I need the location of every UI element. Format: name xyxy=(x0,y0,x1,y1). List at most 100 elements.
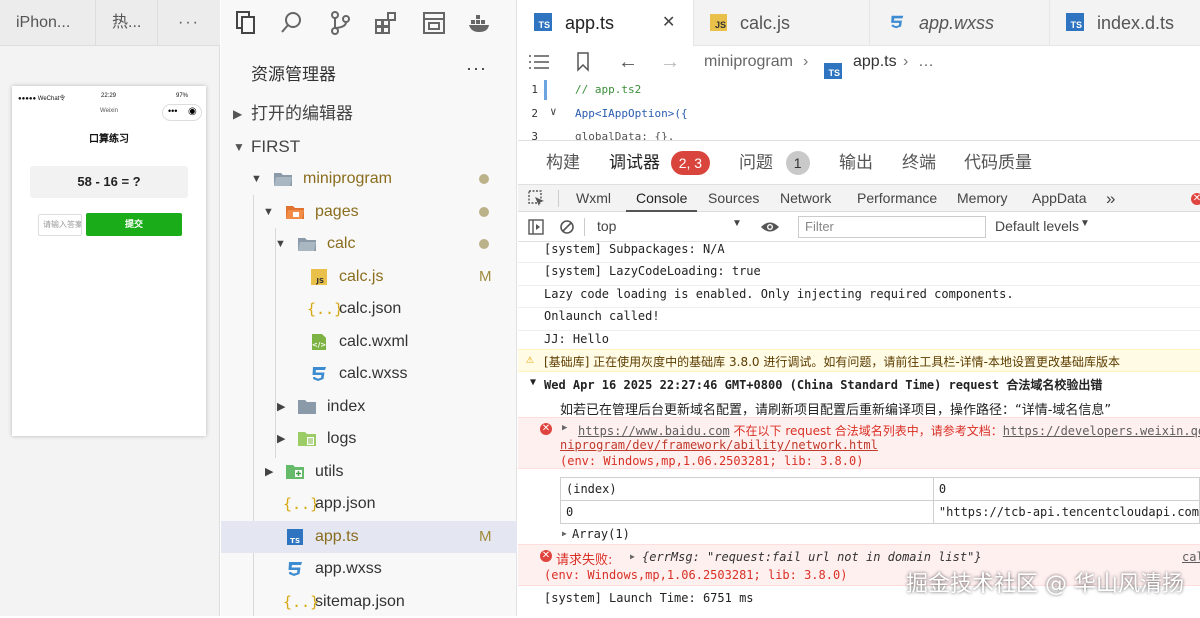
tree-folder-miniprogram[interactable]: ▼ miniprogram xyxy=(221,163,517,195)
submit-button[interactable]: 提交 xyxy=(86,213,182,236)
tab-calc-js[interactable]: JS calc.js xyxy=(694,0,870,46)
sidebar-toggle-icon[interactable] xyxy=(528,219,544,235)
chevron-down-icon[interactable]: ▼ xyxy=(530,377,536,388)
devtools-tab-wxml[interactable]: Wxml xyxy=(576,185,611,212)
simulator-more-button[interactable]: ··· xyxy=(158,0,220,46)
group-hint: 如若已在管理后台更新域名配置，请刷新项目配置后重新编译项目，操作路径：“详情-域… xyxy=(560,403,1112,418)
tree-file-sitemap-json[interactable]: {..} sitemap.json xyxy=(221,586,517,618)
tree-file-calc-wxss[interactable]: calc.wxss xyxy=(221,358,517,390)
tree-file-app-wxss[interactable]: app.wxss xyxy=(221,553,517,585)
menu-capsule[interactable]: ••• ◉ xyxy=(162,104,202,121)
tab-label: app.ts xyxy=(565,13,615,33)
source-link[interactable]: cal xyxy=(1182,550,1200,564)
divider xyxy=(518,330,1200,331)
tree-file-app-json[interactable]: {..} app.json xyxy=(221,488,517,520)
explorer-panel: 资源管理器 ··· ▶ 打开的编辑器 ▼ FIRST ▼ miniprogram… xyxy=(221,0,517,616)
devtools-more-tabs[interactable]: » xyxy=(1106,185,1115,212)
eye-icon[interactable] xyxy=(760,220,780,234)
chevron-down-icon: ▼ xyxy=(263,206,274,218)
error-object[interactable]: {errMsg: "request:fail url not in domain… xyxy=(642,550,982,564)
tree-file-calc-wxml[interactable]: </> calc.wxml xyxy=(221,326,517,358)
devtools-tab-sources[interactable]: Sources xyxy=(708,185,759,212)
status-time: 22:29 xyxy=(101,93,117,99)
tab-output[interactable]: 输出 xyxy=(839,141,873,185)
group-title[interactable]: Wed Apr 16 2025 22:27:46 GMT+0800 (China… xyxy=(544,376,1102,393)
devtools-tab-network[interactable]: Network xyxy=(780,185,831,212)
error-text: 不在以下 request 合法域名列表中，请参考文档： xyxy=(729,424,1003,438)
editor-area: TS app.ts ✕ JS calc.js app.wxss TS index… xyxy=(518,0,1200,616)
array-summary[interactable]: Array(1) xyxy=(572,527,630,541)
explorer-more-button[interactable]: ··· xyxy=(466,58,487,79)
docker-icon[interactable] xyxy=(467,10,493,36)
layout-icon[interactable] xyxy=(421,10,447,36)
list-icon[interactable] xyxy=(528,53,550,71)
filter-input[interactable]: Filter xyxy=(798,216,986,238)
device-tab[interactable]: iPhon... xyxy=(0,0,96,46)
chevron-right-icon[interactable]: ▶ xyxy=(562,423,567,433)
tree-file-calc-js[interactable]: JS calc.js M xyxy=(221,261,517,293)
tab-terminal[interactable]: 终端 xyxy=(902,141,936,185)
tree-folder-calc[interactable]: ▼ calc xyxy=(221,228,517,260)
tab-app-wxss[interactable]: app.wxss xyxy=(870,0,1050,46)
devtools-tab-performance[interactable]: Performance xyxy=(857,185,937,212)
arrow-left-icon[interactable]: ← xyxy=(618,46,638,78)
open-editors-section[interactable]: ▶ 打开的编辑器 xyxy=(221,98,517,130)
folder-name: logs xyxy=(327,430,357,447)
extensions-icon[interactable] xyxy=(373,10,399,36)
tab-build[interactable]: 构建 xyxy=(546,141,580,185)
chevron-right-icon: ▶ xyxy=(277,433,286,445)
breadcrumb-symbol[interactable]: … xyxy=(918,46,934,78)
tab-label: index.d.ts xyxy=(1097,13,1175,33)
chevron-right-icon[interactable]: ▶ xyxy=(562,529,567,538)
tree-folder-utils[interactable]: ▶ utils xyxy=(221,456,517,488)
devtools-tab-appdata[interactable]: AppData xyxy=(1032,185,1086,212)
caret-down-icon[interactable]: ▼ xyxy=(732,218,742,229)
tree-folder-index[interactable]: ▶ index xyxy=(221,391,517,423)
console-line: Onlaunch called! xyxy=(544,309,660,323)
hot-reload-tab[interactable]: 热... xyxy=(96,0,158,46)
tab-problems[interactable]: 问题 1 xyxy=(739,141,810,185)
error-url-link[interactable]: https://www.baidu.com xyxy=(578,424,730,438)
error-message: https://www.baidu.com 不在以下 request 合法域名列… xyxy=(578,422,1200,439)
breadcrumb-file[interactable]: app.ts xyxy=(853,46,897,78)
tree-file-calc-json[interactable]: {..} calc.json xyxy=(221,293,517,325)
arrow-right-icon[interactable]: → xyxy=(660,46,680,78)
watermark: 掘金技术社区 @ 华山风清扬 xyxy=(906,572,1184,597)
caret-down-icon[interactable]: ▼ xyxy=(1080,218,1090,229)
source-control-icon[interactable] xyxy=(327,10,353,36)
files-icon[interactable] xyxy=(233,10,259,36)
answer-input[interactable]: 请输入答案 xyxy=(38,214,82,236)
bookmark-icon[interactable] xyxy=(576,52,590,72)
doc-link[interactable]: https://developers.weixin.qq.com/minipro… xyxy=(1003,424,1200,438)
search-icon[interactable] xyxy=(279,10,305,36)
console-toolbar: top ▼ Filter Default levels ▼ xyxy=(518,212,1200,242)
editor-tabbar: TS app.ts ✕ JS calc.js app.wxss TS index… xyxy=(518,0,1200,46)
log-levels-select[interactable]: Default levels xyxy=(995,218,1079,234)
tree-folder-logs[interactable]: ▶ logs xyxy=(221,423,517,455)
simulator-panel: iPhon... 热... ··· ●●●●● WeChat令 22:29 97… xyxy=(0,0,220,616)
context-select[interactable]: top xyxy=(597,218,616,234)
tab-code-quality[interactable]: 代码质量 xyxy=(964,141,1032,185)
tab-app-ts[interactable]: TS app.ts ✕ xyxy=(518,0,694,46)
code-editor[interactable]: 1 // app.ts2 2 ∨ App<IAppOption>({ 3 glo… xyxy=(518,78,1200,140)
svg-text:TS: TS xyxy=(290,537,300,545)
devtools-tab-memory[interactable]: Memory xyxy=(957,185,1008,212)
capsule-more-icon[interactable]: ••• xyxy=(168,106,177,116)
fold-chevron-icon[interactable]: ∨ xyxy=(550,105,557,118)
devtools-tab-console[interactable]: Console xyxy=(626,185,698,212)
breadcrumb-folder[interactable]: miniprogram xyxy=(704,46,793,78)
table-header: 0 xyxy=(932,477,1200,501)
doc-link-continued[interactable]: niprogram/dev/framework/ability/network.… xyxy=(560,438,878,452)
tab-debugger[interactable]: 调试器 2, 3 xyxy=(609,141,711,185)
workspace-section[interactable]: ▼ FIRST xyxy=(221,131,517,163)
tab-index-d-ts[interactable]: TS index.d.ts xyxy=(1050,0,1200,46)
error-count-icon[interactable]: ✕ xyxy=(1191,193,1200,205)
capsule-close-icon[interactable]: ◉ xyxy=(188,106,197,117)
console-output[interactable]: [system] Subpackages: N/A [system] LazyC… xyxy=(518,242,1200,616)
clear-console-icon[interactable] xyxy=(559,219,575,235)
close-icon[interactable]: ✕ xyxy=(662,0,675,46)
chevron-right-icon[interactable]: ▶ xyxy=(630,552,635,561)
tree-file-app-ts[interactable]: TS app.ts M xyxy=(221,521,517,553)
tree-folder-pages[interactable]: ▼ pages xyxy=(221,196,517,228)
inspect-icon[interactable] xyxy=(528,190,546,208)
